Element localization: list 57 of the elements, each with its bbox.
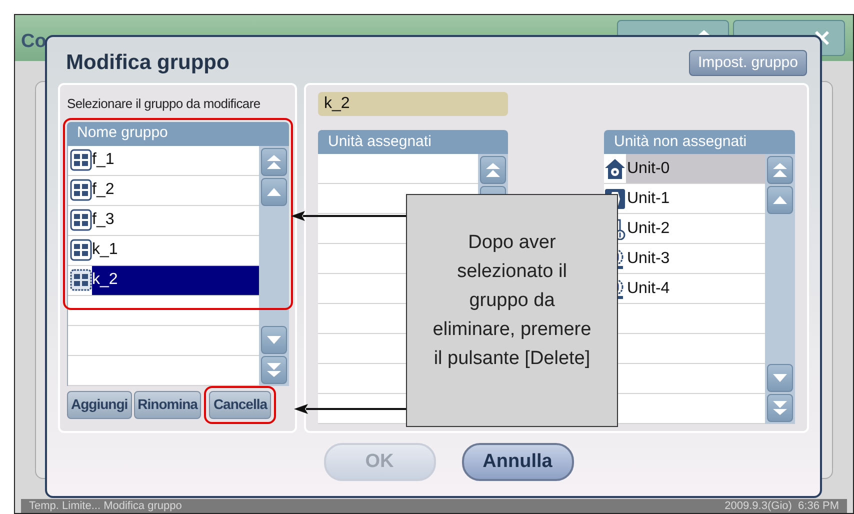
group-row[interactable]: f_3 (68, 206, 259, 236)
list-action-button[interactable]: Rinomina (134, 390, 202, 418)
scroll-button[interactable] (261, 148, 287, 176)
status-datetime: 2009.9.3(Gio) 6:36 PM (724, 500, 839, 512)
cancel-button[interactable]: Annulla (462, 443, 574, 481)
list-header: Unità non assegnati (604, 130, 795, 154)
list-action-button[interactable]: Aggiungi (67, 390, 132, 418)
dialog-title: Modifica gruppo (65, 50, 230, 76)
select-group-prompt: Selezionare il gruppo da modificare (67, 95, 262, 113)
scroll-button[interactable] (261, 178, 287, 206)
scroll-button[interactable] (767, 156, 793, 184)
list-header: Unità assegnati (318, 130, 508, 154)
grid-icon (70, 269, 92, 291)
list-header: Nome gruppo (67, 122, 289, 146)
scroll-button[interactable] (261, 356, 287, 384)
grid-icon (70, 149, 92, 171)
scroll-button[interactable] (261, 326, 287, 354)
scroll-button[interactable] (767, 186, 793, 214)
group-row[interactable]: k_2 (68, 266, 259, 296)
group-name-field[interactable]: k_2 (318, 92, 508, 116)
group-row[interactable]: f_1 (68, 146, 259, 176)
group-name: k_2 (92, 266, 259, 294)
scroll-button[interactable] (480, 156, 506, 184)
group-name: f_1 (92, 150, 114, 170)
scrollbar[interactable] (259, 146, 289, 386)
unit-name: Unit-1 (626, 188, 670, 208)
up-arrow-icon (266, 186, 282, 196)
unit-name: Unit-2 (626, 218, 670, 238)
list-action-button[interactable]: Cancella (209, 390, 272, 418)
double-up-arrow-icon (485, 162, 501, 178)
scroll-button[interactable] (767, 364, 793, 392)
group-name: k_1 (92, 240, 118, 260)
group-name: f_2 (92, 180, 114, 200)
group-row[interactable]: f_2 (68, 176, 259, 206)
double-up-arrow-icon (266, 154, 282, 170)
grid-icon (70, 239, 92, 261)
callout-text: Dopo aver selezionato il gruppo da eliminare, premere il pulsante [Delete] (432, 231, 592, 371)
double-down-arrow-icon (266, 362, 282, 378)
up-arrow-icon (772, 195, 788, 205)
house-fan-icon (604, 158, 626, 180)
group-row[interactable]: k_1 (68, 236, 259, 266)
double-down-arrow-icon (772, 400, 788, 416)
unit-name: Unit-3 (626, 248, 670, 268)
down-arrow-icon (772, 373, 788, 383)
unit-name: Unit-0 (626, 158, 670, 178)
scroll-button[interactable] (767, 394, 793, 422)
status-text: Temp. Limite... Modifica gruppo (29, 500, 182, 512)
scrollbar[interactable] (765, 154, 795, 424)
window-title: Co (21, 30, 46, 54)
unit-row[interactable]: Unit-1 (604, 184, 765, 214)
grid-icon (70, 209, 92, 231)
unit-row[interactable]: Unit-0 (604, 154, 765, 184)
down-arrow-icon (266, 334, 282, 344)
unit-name: Unit-4 (626, 278, 670, 298)
grid-icon (70, 179, 92, 201)
group-name: f_3 (92, 210, 114, 230)
double-up-arrow-icon (772, 162, 788, 178)
